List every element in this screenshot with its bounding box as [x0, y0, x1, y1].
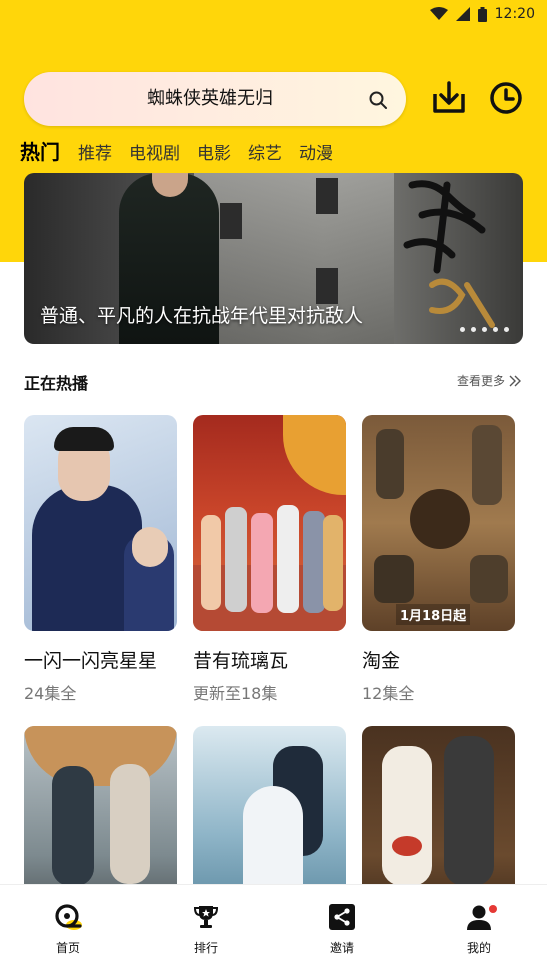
show-title[interactable]: 昔有琉璃瓦 — [193, 646, 288, 673]
see-more-link[interactable]: 查看更多 — [457, 372, 522, 389]
pagination-dot[interactable] — [460, 327, 465, 332]
nav-invite-label: 邀请 — [329, 941, 354, 955]
show-poster[interactable] — [24, 415, 177, 631]
banner-title: 普通、平凡的人在抗战年代里对抗敌人 — [40, 305, 364, 327]
category-tabs: 热门 推荐 电视剧 电影 综艺 动漫 — [20, 136, 350, 166]
featured-banner[interactable]: 普通、平凡的人在抗战年代里对抗敌人 — [24, 173, 523, 344]
tab-movies[interactable]: 电影 — [197, 139, 231, 164]
poster-figure — [382, 746, 432, 886]
bottom-navigation: 首页 排行 邀请 我的 — [0, 884, 547, 974]
search-query-text[interactable]: 蜘蛛侠英雄无归 — [24, 72, 356, 126]
nav-ranking-label: 排行 — [193, 941, 218, 955]
pagination-dot[interactable] — [482, 327, 487, 332]
poster-figure — [110, 764, 150, 884]
pagination-dot[interactable] — [504, 327, 509, 332]
tab-anime[interactable]: 动漫 — [299, 139, 333, 164]
nav-invite[interactable]: 邀请 — [302, 885, 382, 974]
tab-recommend[interactable]: 推荐 — [78, 139, 112, 164]
share-icon — [329, 904, 355, 930]
search-bar[interactable]: 蜘蛛侠英雄无归 — [24, 72, 406, 126]
poster-figure — [277, 505, 299, 613]
poster-figure — [251, 513, 273, 613]
banner-image-window — [220, 203, 242, 239]
poster-figure — [444, 736, 494, 886]
status-bar: 12:20 — [0, 0, 547, 28]
poster-figure — [472, 425, 502, 505]
poster-arch — [24, 726, 177, 786]
poster-figure — [303, 511, 325, 613]
nav-home-label: 首页 — [55, 941, 80, 955]
poster-prop — [392, 836, 422, 856]
trophy-icon — [193, 906, 219, 928]
section-title: 正在热播 — [24, 374, 89, 393]
home-icon — [55, 904, 82, 930]
pagination-dot[interactable] — [471, 327, 476, 332]
see-more-label: 查看更多 — [457, 374, 506, 388]
tab-variety[interactable]: 综艺 — [248, 139, 282, 164]
poster-figure — [52, 766, 94, 886]
show-title[interactable]: 一闪一闪亮星星 — [24, 646, 157, 673]
poster-figure — [374, 555, 414, 603]
release-date-badge: 1月18日起 — [396, 604, 471, 625]
history-clock-icon[interactable] — [489, 81, 523, 115]
poster-hair — [54, 427, 114, 451]
tab-tv-series[interactable]: 电视剧 — [129, 139, 180, 164]
episode-count: 更新至18集 — [193, 684, 278, 703]
banner-calligraphy-logo — [403, 180, 495, 328]
double-chevron-right-icon — [509, 375, 522, 386]
poster-title-emblem — [410, 489, 470, 549]
poster-face — [132, 527, 168, 567]
poster-foliage — [283, 415, 346, 495]
signal-icon — [455, 7, 470, 21]
battery-icon — [477, 6, 487, 22]
search-icon[interactable] — [368, 90, 388, 110]
tab-hot[interactable]: 热门 — [20, 136, 60, 165]
wifi-icon — [429, 7, 448, 20]
poster-figure — [225, 507, 247, 612]
nav-profile-label: 我的 — [466, 941, 491, 955]
show-poster[interactable] — [193, 415, 346, 631]
episode-count: 24集全 — [24, 684, 77, 703]
nav-profile[interactable]: 我的 — [439, 885, 519, 974]
episode-count: 12集全 — [362, 684, 415, 703]
banner-image-window — [316, 178, 338, 214]
poster-figure — [323, 515, 343, 611]
show-title[interactable]: 淘金 — [362, 646, 400, 673]
notification-dot — [489, 905, 497, 913]
nav-ranking[interactable]: 排行 — [166, 885, 246, 974]
download-icon[interactable] — [431, 80, 467, 116]
banner-image-window — [316, 268, 338, 304]
banner-pagination — [460, 327, 509, 332]
poster-figure — [376, 429, 404, 499]
pagination-dot[interactable] — [493, 327, 498, 332]
poster-figure — [470, 555, 508, 603]
nav-home[interactable]: 首页 — [28, 885, 108, 974]
status-time: 12:20 — [494, 6, 535, 22]
poster-figure — [243, 786, 303, 886]
poster-figure — [201, 515, 221, 610]
show-poster[interactable]: 1月18日起 — [362, 415, 515, 631]
